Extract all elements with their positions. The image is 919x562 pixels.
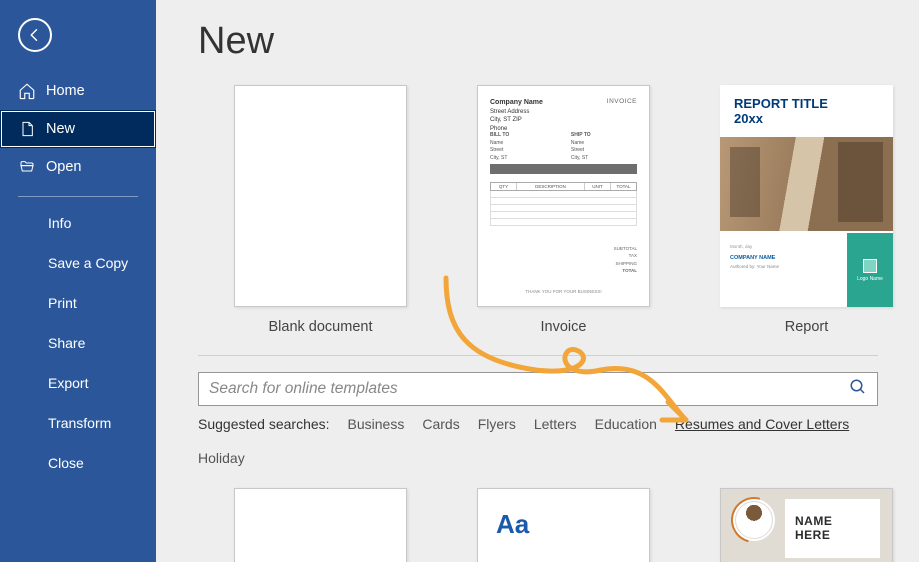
report-footer-left: Month, day COMPANY NAME Authored by: You… — [720, 233, 847, 307]
report-logo-text: Logo Name — [857, 276, 883, 282]
invoice-table: QTYDESCRIPTIONUNITTOTAL — [490, 182, 637, 242]
template-resume-thumb: NAME HERE — [720, 488, 893, 562]
template-extra-1[interactable] — [234, 488, 407, 562]
new-doc-icon — [18, 120, 36, 138]
template-invoice[interactable]: Company NameStreet AddressCity, ST ZIPPh… — [477, 85, 650, 335]
nav-close[interactable]: Close — [0, 443, 156, 483]
nav-export[interactable]: Export — [0, 363, 156, 403]
template-report[interactable]: REPORT TITLE 20xx Month, day COMPANY NAM… — [720, 85, 893, 335]
report-title-line: REPORT TITLE 20xx — [734, 97, 879, 127]
nav-home-label: Home — [46, 83, 85, 99]
report-footer-right: Logo Name — [847, 233, 893, 307]
resume-name-l2: HERE — [795, 529, 870, 542]
suggested-education[interactable]: Education — [595, 416, 657, 432]
template-report-thumb: REPORT TITLE 20xx Month, day COMPANY NAM… — [720, 85, 893, 307]
aa-sample-text: Aa — [496, 509, 529, 540]
back-arrow-icon — [26, 26, 44, 44]
template-style-set-thumb: Aa — [477, 488, 650, 562]
invoice-bill-to: BILL TONameStreetCity, ST — [490, 132, 556, 162]
nav-save-a-copy[interactable]: Save a Copy — [0, 243, 156, 283]
invoice-company-name: Company Name — [490, 99, 543, 106]
invoice-addresses: BILL TONameStreetCity, ST SHIP TONameStr… — [490, 132, 637, 162]
report-author: Authored by: Your Name — [730, 263, 837, 270]
more-templates-row: Aa NAME HERE — [198, 488, 899, 562]
nav-print[interactable]: Print — [0, 283, 156, 323]
nav-info[interactable]: Info — [0, 203, 156, 243]
nav-new-label: New — [46, 121, 75, 137]
featured-templates-row: Blank document Company NameStreet Addres… — [198, 85, 899, 335]
report-cover-photo — [720, 137, 893, 231]
template-extra-1-thumb — [234, 488, 407, 562]
invoice-label: INVOICE — [607, 98, 637, 105]
template-blank-label: Blank document — [269, 319, 373, 335]
template-blank-thumb — [234, 85, 407, 307]
back-button[interactable] — [18, 18, 52, 52]
home-icon — [18, 82, 36, 100]
resume-name-block: NAME HERE — [785, 499, 880, 558]
search-input[interactable] — [209, 380, 849, 398]
suggested-cards[interactable]: Cards — [422, 416, 459, 432]
suggested-holiday[interactable]: Holiday — [198, 450, 245, 466]
nav-share[interactable]: Share — [0, 323, 156, 363]
suggested-searches: Suggested searches: Business Cards Flyer… — [198, 416, 888, 466]
avatar — [733, 499, 775, 541]
templates-row-divider — [198, 355, 878, 356]
nav-new[interactable]: New — [0, 110, 156, 148]
invoice-header-band — [490, 164, 637, 174]
backstage-sidebar: Home New Open Info Save a Copy Print Sha… — [0, 0, 156, 562]
invoice-company-block: Company NameStreet AddressCity, ST ZIPPh… — [490, 98, 543, 133]
resume-name-l1: NAME — [795, 515, 870, 528]
report-title-l2: 20xx — [734, 111, 763, 126]
search-icon[interactable] — [849, 378, 867, 401]
suggested-business[interactable]: Business — [348, 416, 405, 432]
nav-divider — [18, 196, 138, 197]
nav-open-label: Open — [46, 159, 81, 175]
nav-open[interactable]: Open — [0, 148, 156, 186]
invoice-ship-to: SHIP TONameStreetCity, ST — [571, 132, 637, 162]
primary-nav: Home New Open Info Save a Copy Print Sha… — [0, 72, 156, 483]
main-panel: New Blank document Company NameStreet Ad… — [156, 0, 919, 562]
open-folder-icon — [18, 158, 36, 176]
report-title-block: REPORT TITLE 20xx — [720, 85, 893, 133]
nav-home[interactable]: Home — [0, 72, 156, 110]
suggested-flyers[interactable]: Flyers — [478, 416, 516, 432]
suggested-resumes-cover-letters[interactable]: Resumes and Cover Letters — [675, 416, 849, 432]
template-report-label: Report — [785, 319, 829, 335]
report-title-l1: REPORT TITLE — [734, 96, 828, 111]
resume-card: NAME HERE — [721, 489, 892, 562]
report-logo-icon — [863, 259, 877, 273]
template-blank-document[interactable]: Blank document — [234, 85, 407, 335]
invoice-totals: SUBTOTALTAXSHIPPINGTOTAL — [614, 245, 637, 274]
invoice-footer: THANK YOU FOR YOUR BUSINESS! — [490, 289, 637, 294]
suggested-letters[interactable]: Letters — [534, 416, 577, 432]
report-company-name: COMPANY NAME — [730, 254, 837, 263]
template-style-set[interactable]: Aa — [477, 488, 650, 562]
template-search-box[interactable] — [198, 372, 878, 406]
page-title: New — [198, 20, 899, 63]
report-footer: Month, day COMPANY NAME Authored by: You… — [720, 233, 893, 307]
template-resume[interactable]: NAME HERE — [720, 488, 893, 562]
nav-transform[interactable]: Transform — [0, 403, 156, 443]
suggested-label: Suggested searches: — [198, 416, 330, 432]
template-invoice-thumb: Company NameStreet AddressCity, ST ZIPPh… — [477, 85, 650, 307]
word-backstage-new: Home New Open Info Save a Copy Print Sha… — [0, 0, 919, 562]
template-invoice-label: Invoice — [541, 319, 587, 335]
